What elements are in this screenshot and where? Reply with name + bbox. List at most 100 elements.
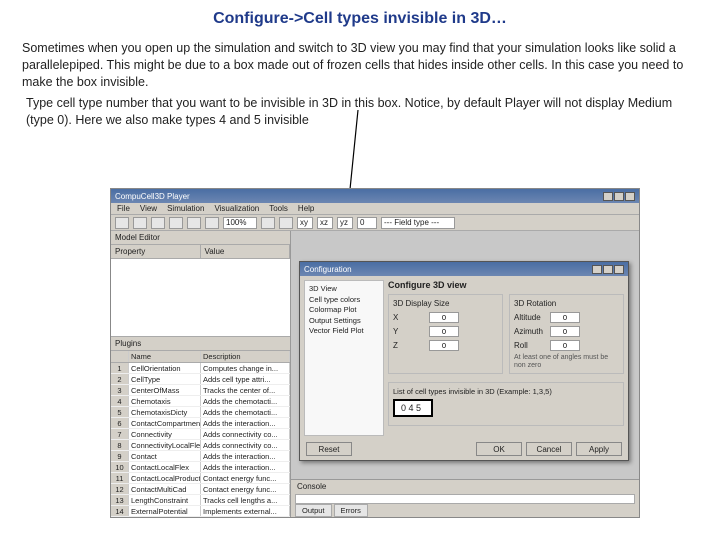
plugins-table: Name Description 1CellOrientationCompute…	[111, 351, 290, 517]
row-name: ConnectivityLocalFlex	[129, 440, 201, 450]
row-name: ContactLocalProduct	[129, 473, 201, 483]
toolbar-button[interactable]	[133, 217, 147, 229]
table-row[interactable]: 5ChemotaxisDictyAdds the chemotacti...	[111, 407, 290, 418]
xz-button[interactable]: xz	[317, 217, 333, 229]
tree-item-3d-view[interactable]: 3D View	[309, 284, 379, 295]
table-row[interactable]: 8ConnectivityLocalFlexAdds connectivity …	[111, 440, 290, 451]
table-row[interactable]: 13LengthConstraintTracks cell lengths a.…	[111, 495, 290, 506]
toolbar-button[interactable]	[279, 217, 293, 229]
toolbar: 100% xy xz yz 0 --- Field type ---	[111, 215, 639, 231]
menubar[interactable]: File View Simulation Visualization Tools…	[111, 203, 639, 215]
rot-altitude-label: Altitude	[514, 313, 546, 322]
toolbar-button[interactable]	[169, 217, 183, 229]
row-num: 3	[111, 385, 129, 395]
table-row[interactable]: 11ContactLocalProductContact energy func…	[111, 473, 290, 484]
menu-help[interactable]: Help	[298, 204, 314, 213]
row-name: LengthConstraint	[129, 495, 201, 505]
size-x-input[interactable]	[429, 312, 459, 323]
cancel-button[interactable]: Cancel	[526, 442, 572, 456]
dialog-title: Configuration	[304, 265, 352, 274]
tab-errors[interactable]: Errors	[334, 504, 368, 517]
zoom-field[interactable]: 100%	[223, 217, 257, 229]
tree-item-output[interactable]: Output Settings	[309, 316, 379, 327]
row-desc: Tracks cell lengths a...	[201, 495, 290, 505]
tree-item-vector[interactable]: Vector Field Plot	[309, 326, 379, 337]
dialog-window-controls[interactable]	[592, 265, 624, 274]
row-name: ContactLocalFlex	[129, 462, 201, 472]
ok-button[interactable]: OK	[476, 442, 522, 456]
row-name: Contact	[129, 451, 201, 461]
table-row[interactable]: 3CenterOfMassTracks the center of...	[111, 385, 290, 396]
window-controls[interactable]	[603, 192, 635, 201]
xy-button[interactable]: xy	[297, 217, 313, 229]
size-y-label: Y	[393, 327, 425, 336]
toolbar-button[interactable]	[187, 217, 201, 229]
table-row[interactable]: 4ChemotaxisAdds the chemotacti...	[111, 396, 290, 407]
row-desc: Adds connectivity co...	[201, 440, 290, 450]
console-panel: Console Output Errors	[291, 479, 639, 517]
plugins-col-desc: Description	[201, 351, 290, 362]
row-name: ExternalPotential	[129, 506, 201, 516]
dialog-tree[interactable]: 3D View Cell type colors Colormap Plot O…	[304, 280, 384, 436]
row-desc: Computes change in...	[201, 363, 290, 373]
group-size-title: 3D Display Size	[393, 299, 498, 308]
menu-simulation[interactable]: Simulation	[167, 204, 204, 213]
toolbar-button[interactable]	[205, 217, 219, 229]
tree-item-colors[interactable]: Cell type colors	[309, 295, 379, 306]
invisible-types-input[interactable]: 0 4 5	[393, 399, 433, 417]
table-row[interactable]: 1CellOrientationComputes change in...	[111, 363, 290, 374]
menu-view[interactable]: View	[140, 204, 157, 213]
row-name: Chemotaxis	[129, 396, 201, 406]
plugins-col-name: Name	[129, 351, 201, 362]
right-column: Configuration 3D View Cell type colors C…	[291, 231, 639, 517]
row-desc: Implements external...	[201, 506, 290, 516]
row-desc: Adds the chemotacti...	[201, 396, 290, 406]
menu-file[interactable]: File	[117, 204, 130, 213]
table-row[interactable]: 9ContactAdds the interaction...	[111, 451, 290, 462]
size-y-input[interactable]	[429, 326, 459, 337]
model-editor-header: Model Editor	[111, 231, 290, 245]
reset-button[interactable]: Reset	[306, 442, 352, 456]
menu-tools[interactable]: Tools	[269, 204, 288, 213]
toolbar-button[interactable]	[151, 217, 165, 229]
row-desc: Tracks the center of...	[201, 385, 290, 395]
row-num: 8	[111, 440, 129, 450]
player-titlebar: CompuCell3D Player	[111, 189, 639, 203]
row-num: 4	[111, 396, 129, 406]
table-row[interactable]: 12ContactMultiCadContact energy func...	[111, 484, 290, 495]
size-z-label: Z	[393, 341, 425, 350]
row-num: 10	[111, 462, 129, 472]
field-select[interactable]: --- Field type ---	[381, 217, 455, 229]
tree-item-colormap[interactable]: Colormap Plot	[309, 305, 379, 316]
dialog-titlebar: Configuration	[300, 262, 628, 276]
row-desc: Adds the interaction...	[201, 418, 290, 428]
invisible-types-group: List of cell types invisible in 3D (Exam…	[388, 382, 624, 426]
toolbar-button[interactable]	[261, 217, 275, 229]
rot-azimuth-input[interactable]	[550, 326, 580, 337]
rot-roll-input[interactable]	[550, 340, 580, 351]
table-row[interactable]: 7ConnectivityAdds connectivity co...	[111, 429, 290, 440]
group-rot-title: 3D Rotation	[514, 299, 619, 308]
toolbar-button[interactable]	[115, 217, 129, 229]
plugins-table-header: Name Description	[111, 351, 290, 363]
apply-button[interactable]: Apply	[576, 442, 622, 456]
plugins-header: Plugins	[111, 336, 290, 351]
size-z-input[interactable]	[429, 340, 459, 351]
row-desc: Adds the interaction...	[201, 451, 290, 461]
row-num: 12	[111, 484, 129, 494]
table-row[interactable]: 6ContactCompartmentAdds the interaction.…	[111, 418, 290, 429]
paragraph-1: Sometimes when you open up the simulatio…	[22, 40, 698, 91]
row-desc: Adds cell type attri...	[201, 374, 290, 384]
axis-field[interactable]: 0	[357, 217, 377, 229]
rot-azimuth-label: Azimuth	[514, 327, 546, 336]
row-desc: Adds connectivity co...	[201, 429, 290, 439]
yz-button[interactable]: yz	[337, 217, 353, 229]
table-row[interactable]: 10ContactLocalFlexAdds the interaction..…	[111, 462, 290, 473]
rot-altitude-input[interactable]	[550, 312, 580, 323]
row-num: 6	[111, 418, 129, 428]
table-row[interactable]: 14ExternalPotentialImplements external..…	[111, 506, 290, 517]
size-x-label: X	[393, 313, 425, 322]
menu-visualization[interactable]: Visualization	[214, 204, 259, 213]
tab-output[interactable]: Output	[295, 504, 332, 517]
table-row[interactable]: 2CellTypeAdds cell type attri...	[111, 374, 290, 385]
